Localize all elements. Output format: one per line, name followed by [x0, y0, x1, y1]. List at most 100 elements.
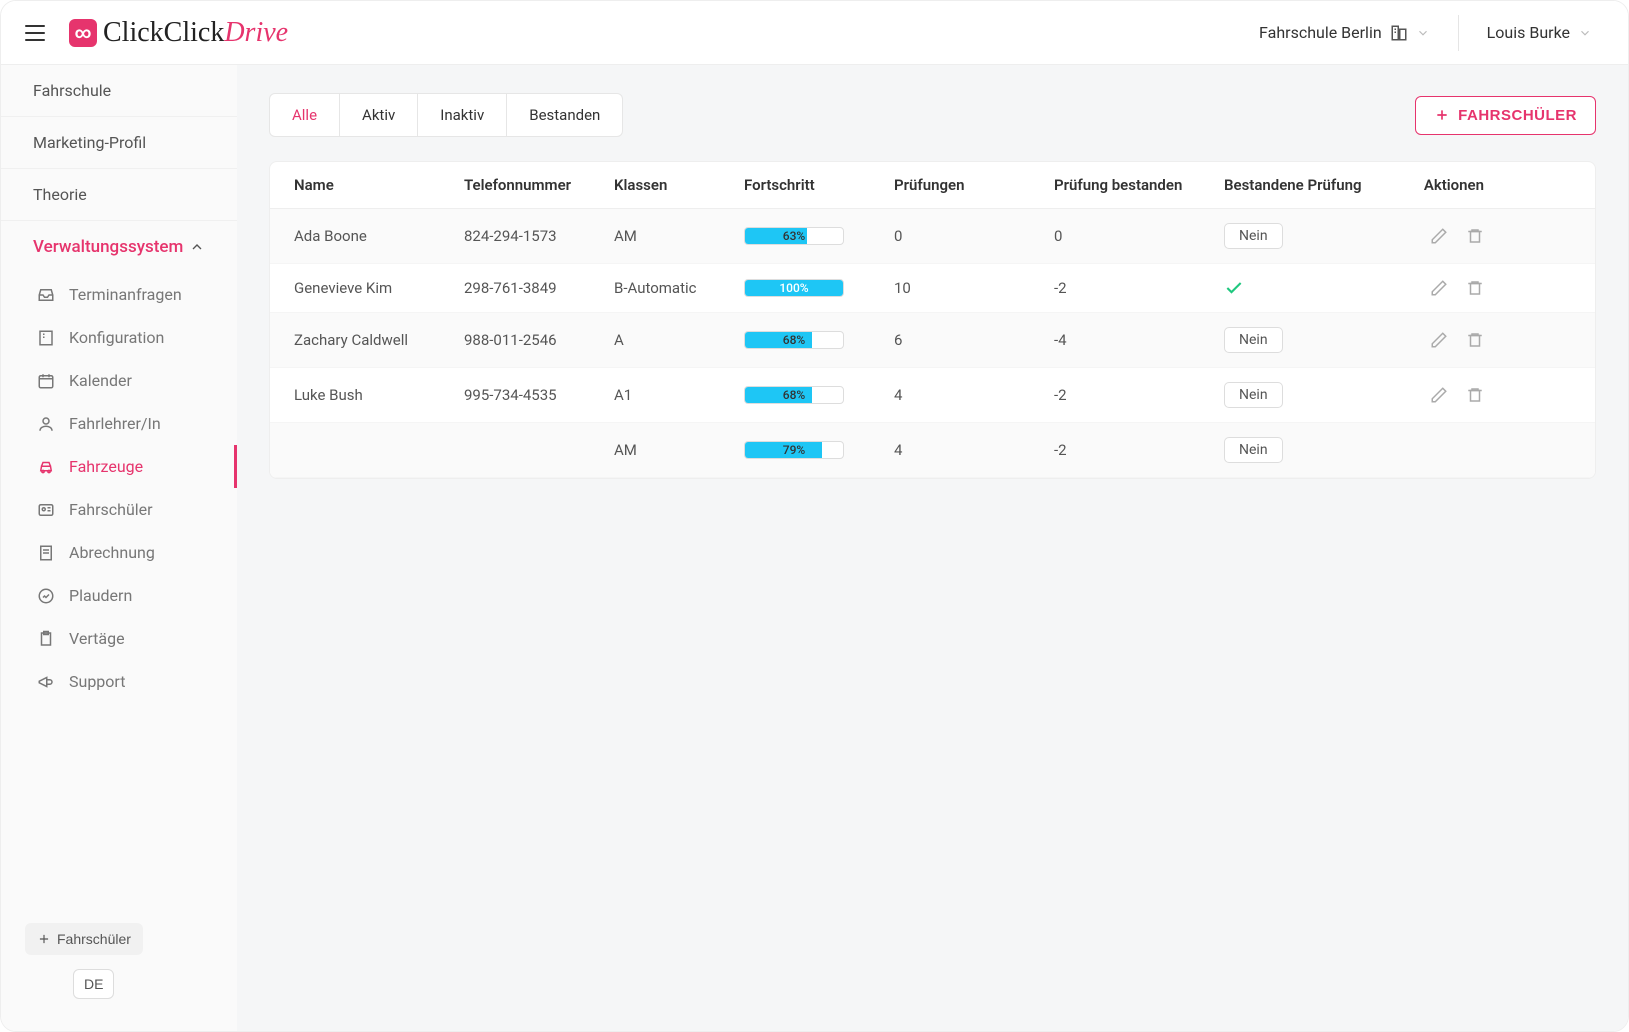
topbar: ∞ ClickClickDrive Fahrschule Berlin Loui…	[1, 1, 1628, 65]
cell-name: Zachary Caldwell	[294, 331, 464, 349]
col-fortschritt: Fortschritt	[744, 176, 894, 194]
add-fahrschueler-button[interactable]: FAHRSCHÜLER	[1415, 96, 1596, 135]
tab-aktiv[interactable]: Aktiv	[340, 94, 418, 136]
cell-passed: Nein	[1224, 437, 1384, 463]
school-name: Fahrschule Berlin	[1259, 23, 1382, 42]
edit-icon[interactable]	[1430, 279, 1448, 297]
cell-passed: Nein	[1224, 327, 1384, 353]
passed-badge: Nein	[1224, 437, 1283, 463]
language-button[interactable]: DE	[73, 969, 114, 999]
sidebar-item-fahrzeuge[interactable]: Fahrzeuge	[1, 445, 237, 488]
hamburger-menu-icon[interactable]	[25, 25, 45, 41]
sidebar-item-fahrschueler[interactable]: Fahrschüler	[1, 488, 237, 531]
col-phone: Telefonnummer	[464, 176, 614, 194]
cell-progress: 79%	[744, 441, 894, 459]
table-header-row: Name Telefonnummer Klassen Fortschritt P…	[270, 162, 1595, 209]
chevron-down-icon	[1416, 26, 1430, 40]
calendar-icon	[37, 372, 55, 390]
cell-bestanden: -2	[1054, 386, 1224, 404]
col-pruefung-bestanden: Prüfung bestanden	[1054, 176, 1224, 194]
trash-icon[interactable]	[1466, 331, 1484, 349]
tab-alle[interactable]: Alle	[270, 94, 340, 136]
trash-icon[interactable]	[1466, 386, 1484, 404]
cell-passed: Nein	[1224, 382, 1384, 408]
chevron-up-icon	[189, 239, 205, 255]
user-name: Louis Burke	[1487, 23, 1570, 42]
nav-marketing[interactable]: Marketing-Profil	[1, 117, 237, 169]
check-icon	[1224, 278, 1384, 298]
cell-phone: 995-734-4535	[464, 386, 614, 404]
table-row: AM79%4-2Nein	[270, 423, 1595, 478]
sidebar-item-konfiguration[interactable]: Konfiguration	[1, 316, 237, 359]
passed-badge: Nein	[1224, 382, 1283, 408]
cell-bestanden: -2	[1054, 441, 1224, 459]
sidebar: Fahrschule Marketing-Profil Theorie Verw…	[1, 65, 237, 1031]
cell-name: Ada Boone	[294, 227, 464, 245]
cell-klassen: B-Automatic	[614, 279, 744, 297]
cell-phone: 988-011-2546	[464, 331, 614, 349]
cell-passed	[1224, 278, 1384, 298]
col-name: Name	[294, 176, 464, 194]
building-icon	[37, 329, 55, 347]
invoice-icon	[37, 544, 55, 562]
cell-bestanden: -4	[1054, 331, 1224, 349]
car-icon	[37, 458, 55, 476]
filter-tabs: Alle Aktiv Inaktiv Bestanden	[269, 93, 623, 137]
sidebar-item-plaudern[interactable]: Plaudern	[1, 574, 237, 617]
col-klassen: Klassen	[614, 176, 744, 194]
logo-badge-icon: ∞	[69, 19, 97, 47]
school-selector[interactable]: Fahrschule Berlin	[1247, 15, 1442, 50]
students-table: Name Telefonnummer Klassen Fortschritt P…	[269, 161, 1596, 479]
cell-bestanden: -2	[1054, 279, 1224, 297]
passed-badge: Nein	[1224, 327, 1283, 353]
sidebar-item-vertaege[interactable]: Vertäge	[1, 617, 237, 660]
edit-icon[interactable]	[1430, 331, 1448, 349]
table-row: Zachary Caldwell988-011-2546A68%6-4Nein	[270, 313, 1595, 368]
sidebar-item-kalender[interactable]: Kalender	[1, 359, 237, 402]
sidebar-item-abrechnung[interactable]: Abrechnung	[1, 531, 237, 574]
passed-badge: Nein	[1224, 223, 1283, 249]
plus-icon	[37, 932, 51, 946]
cell-passed: Nein	[1224, 223, 1384, 249]
sidebar-item-terminanfragen[interactable]: Terminanfragen	[1, 273, 237, 316]
logo-text: ClickClickDrive	[103, 17, 288, 49]
tab-bestanden[interactable]: Bestanden	[507, 94, 622, 136]
cell-pruefungen: 10	[894, 279, 1054, 297]
trash-icon[interactable]	[1466, 227, 1484, 245]
id-icon	[37, 501, 55, 519]
edit-icon[interactable]	[1430, 386, 1448, 404]
cell-klassen: A	[614, 331, 744, 349]
sidebar-add-student-button[interactable]: Fahrschüler	[25, 923, 143, 955]
cell-actions	[1384, 279, 1484, 297]
cell-name: Genevieve Kim	[294, 279, 464, 297]
cell-actions	[1384, 386, 1484, 404]
table-row: Ada Boone824-294-1573AM63%00Nein	[270, 209, 1595, 264]
table-row: Luke Bush995-734-4535A168%4-2Nein	[270, 368, 1595, 423]
cell-progress: 100%	[744, 279, 894, 297]
user-icon	[37, 415, 55, 433]
nav-fahrschule[interactable]: Fahrschule	[1, 65, 237, 117]
chat-icon	[37, 587, 55, 605]
megaphone-icon	[37, 673, 55, 691]
nav-theorie[interactable]: Theorie	[1, 169, 237, 221]
nav-section-verwaltung[interactable]: Verwaltungssystem	[1, 221, 237, 273]
table-row: Genevieve Kim298-761-3849B-Automatic100%…	[270, 264, 1595, 313]
cell-phone: 824-294-1573	[464, 227, 614, 245]
logo: ∞ ClickClickDrive	[69, 17, 288, 49]
sidebar-item-support[interactable]: Support	[1, 660, 237, 703]
tab-inaktiv[interactable]: Inaktiv	[418, 94, 507, 136]
cell-bestanden: 0	[1054, 227, 1224, 245]
user-selector[interactable]: Louis Burke	[1475, 15, 1604, 50]
cell-klassen: AM	[614, 227, 744, 245]
cell-actions	[1384, 331, 1484, 349]
col-pruefungen: Prüfungen	[894, 176, 1054, 194]
chevron-down-icon	[1578, 26, 1592, 40]
sidebar-item-fahrlehrer[interactable]: Fahrlehrer/In	[1, 402, 237, 445]
edit-icon[interactable]	[1430, 227, 1448, 245]
plus-icon	[1434, 107, 1450, 123]
col-aktionen: Aktionen	[1384, 176, 1484, 194]
building-icon	[1390, 24, 1408, 42]
col-bestandene: Bestandene Prüfung	[1224, 176, 1384, 194]
cell-actions	[1384, 227, 1484, 245]
trash-icon[interactable]	[1466, 279, 1484, 297]
